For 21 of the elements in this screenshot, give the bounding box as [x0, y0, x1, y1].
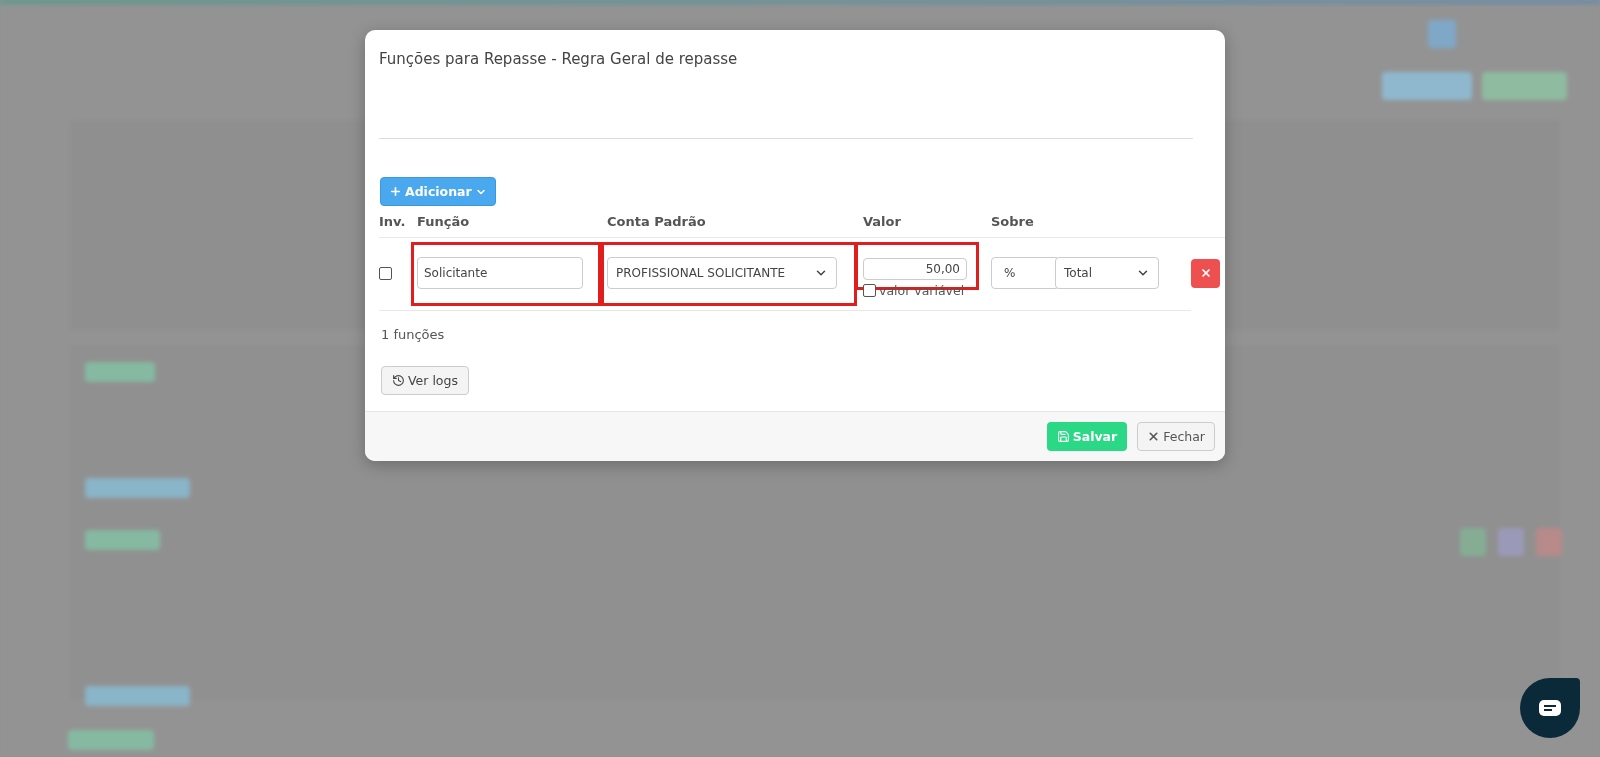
invert-checkbox[interactable]	[379, 266, 392, 280]
column-header: Valor	[863, 213, 902, 231]
delete-button[interactable]	[1191, 258, 1220, 288]
base-select[interactable]: Total	[1055, 257, 1159, 289]
account-select[interactable]: PROFISSIONAL SOLICITANTE	[607, 257, 837, 289]
variable-checkbox[interactable]	[863, 284, 876, 297]
logs-button[interactable]: Ver logs	[381, 366, 469, 395]
column-header: Inv.	[379, 213, 407, 231]
plus-icon	[389, 185, 402, 198]
column-header: Sobre	[991, 213, 1035, 231]
column-header: Função	[417, 213, 471, 231]
value-field[interactable]: 50,00	[863, 258, 967, 280]
save-icon	[1056, 430, 1070, 443]
chat-icon	[1538, 699, 1562, 717]
close-icon	[1199, 267, 1212, 279]
dialog-title: Funções para Repasse - Regra Geral de repasse	[379, 50, 739, 70]
close-button[interactable]: Fechar	[1137, 422, 1215, 451]
function-count: 1 funções	[381, 327, 446, 342]
function-field[interactable]: Solicitante	[417, 257, 583, 289]
column-header: Conta Padrão	[607, 213, 707, 231]
history-icon	[392, 374, 405, 387]
